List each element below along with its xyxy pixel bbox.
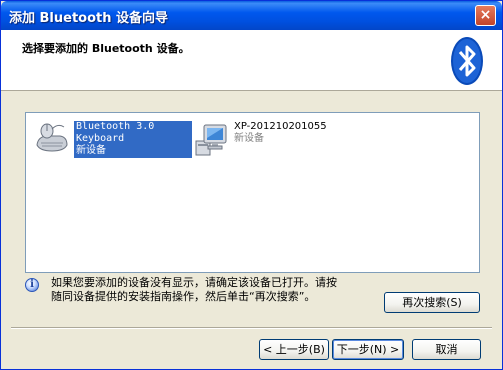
device-label: XP-201210201055 新设备 (234, 121, 327, 145)
info-line1: 如果您要添加的设备没有显示，请确定该设备已打开。请按 (51, 276, 337, 289)
device-item-xp-computer[interactable]: XP-201210201055 新设备 (194, 121, 344, 157)
device-item-bluetooth-keyboard[interactable]: Bluetooth 3.0 Keyboard 新设备 (34, 121, 192, 158)
cancel-button[interactable]: 取消 (412, 339, 481, 360)
info-text: 如果您要添加的设备没有显示，请确定该设备已打开。请按 随同设备提供的安装指南操作… (51, 276, 391, 304)
title-bar[interactable]: 添加 Bluetooth 设备向导 × (1, 1, 502, 30)
window-title: 添加 Bluetooth 设备向导 (9, 11, 169, 26)
close-button[interactable]: × (475, 5, 496, 26)
device-name-line2: Keyboard (76, 133, 125, 144)
header-instruction: 选择要添加的 Bluetooth 设备。 (22, 42, 190, 55)
info-message: i 如果您要添加的设备没有显示，请确定该设备已打开。请按 随同设备提供的安装指南… (25, 276, 385, 306)
next-button[interactable]: 下一步(N) > (332, 339, 404, 360)
computer-icon (195, 124, 227, 156)
device-label: Bluetooth 3.0 Keyboard 新设备 (74, 121, 192, 158)
device-name-line1: XP-201210201055 (234, 121, 327, 132)
device-name-line1: Bluetooth 3.0 (76, 121, 155, 132)
info-line2: 随同设备提供的安装指南操作，然后单击“再次搜索”。 (51, 290, 316, 303)
rescan-button[interactable]: 再次搜索(S) (384, 292, 480, 313)
info-icon: i (25, 278, 39, 292)
wizard-window: 添加 Bluetooth 设备向导 × 选择要添加的 Bluetooth 设备。… (0, 0, 503, 370)
keyboard-mouse-icon (36, 123, 68, 152)
bluetooth-logo-icon (451, 37, 483, 85)
device-status: 新设备 (76, 145, 106, 156)
wizard-header: 选择要添加的 Bluetooth 设备。 (1, 30, 502, 91)
device-status: 新设备 (234, 133, 264, 144)
device-list[interactable]: Bluetooth 3.0 Keyboard 新设备 XP-2012102010… (25, 112, 480, 273)
back-button[interactable]: < 上一步(B) (259, 339, 329, 360)
footer-separator (11, 327, 492, 329)
close-icon: × (479, 7, 492, 23)
